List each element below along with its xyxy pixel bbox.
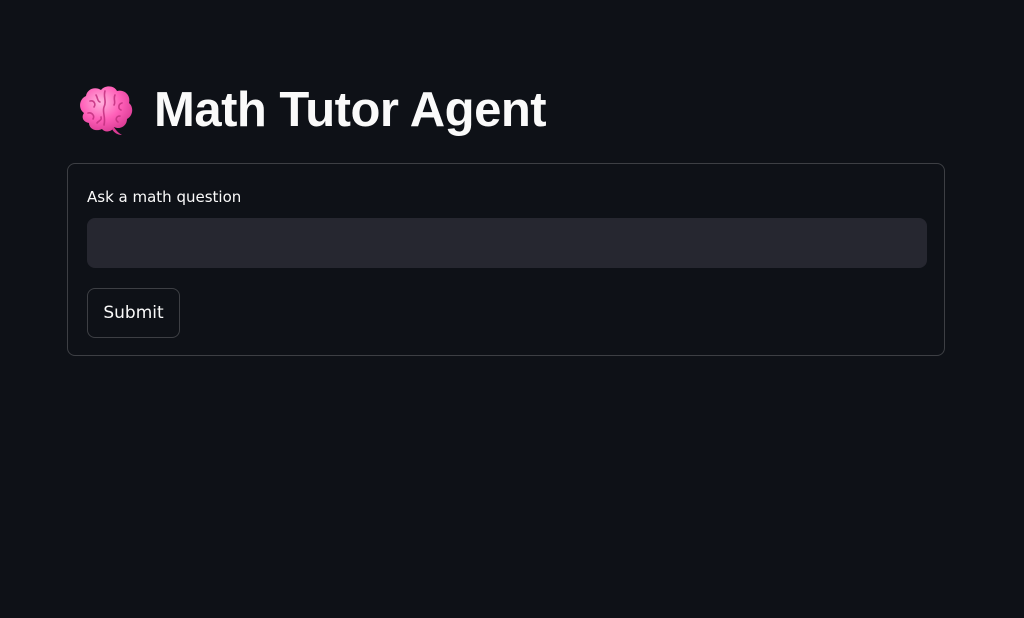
question-input[interactable]	[87, 218, 927, 268]
brain-icon	[80, 86, 133, 135]
app-page: Math Tutor Agent Ask a math question Sub…	[0, 0, 1024, 618]
page-title: Math Tutor Agent	[154, 83, 547, 137]
submit-button[interactable]: Submit	[87, 288, 180, 338]
question-form: Ask a math question Submit	[67, 163, 945, 356]
question-label: Ask a math question	[87, 188, 242, 206]
page-header: Math Tutor Agent	[76, 78, 547, 142]
